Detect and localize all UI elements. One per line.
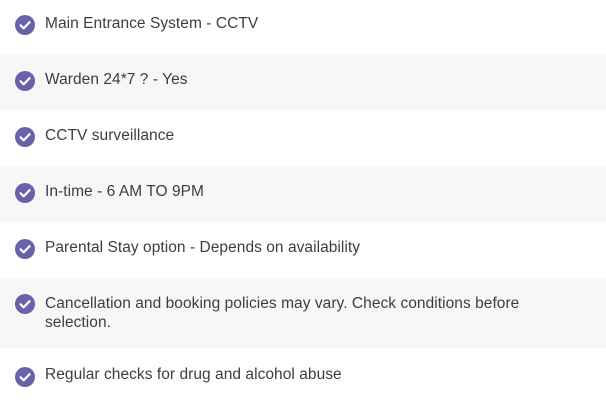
list-item-label: Regular checks for drug and alcohol abus… <box>45 366 342 383</box>
amenities-list: Main Entrance System - CCTV Warden 24*7 … <box>0 0 606 404</box>
check-circle-icon <box>15 367 35 387</box>
check-circle-icon <box>15 15 35 35</box>
check-circle-icon <box>15 71 35 91</box>
list-item-label: Warden 24*7 ? - Yes <box>45 71 188 88</box>
list-item-label: Main Entrance System - CCTV <box>45 15 259 32</box>
list-item-label: Parental Stay option - Depends on availa… <box>45 239 361 256</box>
list-item-label: Cancellation and booking policies may va… <box>45 295 520 331</box>
check-circle-icon <box>15 127 35 147</box>
list-item: Warden 24*7 ? - Yes <box>0 54 606 110</box>
check-circle-icon <box>15 183 35 203</box>
list-item: Main Entrance System - CCTV <box>0 0 606 54</box>
check-circle-icon <box>15 294 35 314</box>
list-item: Regular checks for drug and alcohol abus… <box>0 348 606 404</box>
list-item: Parental Stay option - Depends on availa… <box>0 222 606 278</box>
list-item-label: CCTV surveillance <box>45 127 175 144</box>
check-circle-icon <box>15 239 35 259</box>
list-item: CCTV surveillance <box>0 110 606 166</box>
list-item-label: In-time - 6 AM TO 9PM <box>45 183 204 200</box>
list-item: In-time - 6 AM TO 9PM <box>0 166 606 222</box>
list-item: Cancellation and booking policies may va… <box>0 278 606 348</box>
